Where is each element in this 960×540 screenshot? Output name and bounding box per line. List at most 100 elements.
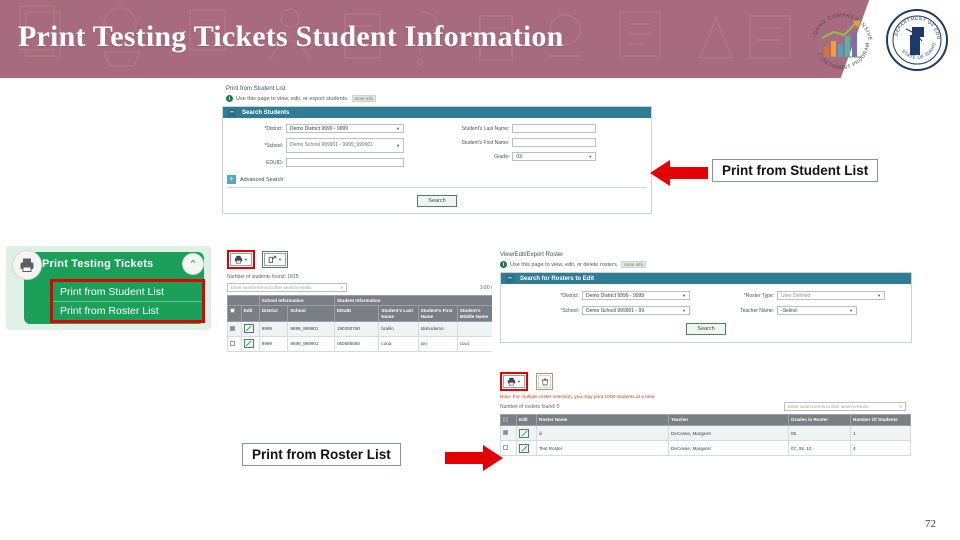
grade-value: 03 (516, 153, 522, 160)
roster-row-name: Test Roster (536, 440, 669, 457)
row-district: 9999 (258, 320, 289, 337)
roster-select-all-checkbox[interactable] (503, 417, 508, 422)
roster-district-select[interactable]: Demo District 9999 - 9999 ▼ (582, 291, 690, 300)
more-info-button[interactable]: more info (621, 261, 646, 268)
pencil-icon[interactable] (243, 339, 254, 349)
chevron-down-icon: ▼ (588, 154, 593, 159)
roster-row-teacher: DeCesse, Margaret (668, 425, 789, 442)
export-dropdown-button[interactable]: ▼ (264, 253, 286, 266)
roster-type-select[interactable]: User Defined ▼ (777, 291, 886, 300)
student-search-info-text: Use this page to view, edit, or export s… (236, 95, 349, 102)
roster-table-header-row: Edit Roster Name Teacher Grades in Roste… (500, 413, 911, 427)
minus-icon[interactable]: – (228, 108, 236, 117)
callout-print-from-student-list: Print from Student List (712, 159, 879, 182)
roster-search-button[interactable]: Search (686, 323, 726, 335)
school-select[interactable]: Demo School 999901 - 9999_999901 ▼ (286, 138, 404, 153)
student-last-name-input[interactable] (512, 124, 597, 133)
district-label: *District: (264, 125, 283, 132)
group-header-school-information: School Information (258, 294, 335, 307)
roster-col-number-of-students[interactable]: Number Of Students (850, 413, 911, 427)
menu-item-roster-list-label: Print from Roster List (60, 305, 159, 317)
col-student-last-name[interactable]: Student's Last Name (378, 305, 419, 322)
roster-col-teacher[interactable]: Teacher (668, 413, 789, 427)
roster-print-dropdown-button[interactable]: ▼ (503, 375, 525, 388)
row-checkbox[interactable] (230, 325, 235, 331)
idaho-department-of-education-seal: DEPARTMENT OF EDUCATION STATE OF IDAHO (884, 5, 948, 71)
roster-info-row: i Use this page to view, edit, or delete… (492, 261, 912, 268)
roster-filter-search-input[interactable]: Enter search terms to filter search resu… (784, 402, 906, 411)
table-row[interactable]: Test Roster DeCesse, Margaret 07, 08, 10… (500, 440, 911, 457)
more-info-button[interactable]: more info (351, 95, 377, 102)
slide-page-number: 72 (925, 518, 936, 530)
student-search-screenshot: Print from Student List i Use this page … (222, 84, 652, 246)
chevron-down-icon: ▼ (244, 257, 248, 262)
table-row[interactable]: 9999 9699_999901 050505060 cona jon coco (227, 335, 498, 352)
print-dropdown-button[interactable]: ▼ (230, 253, 252, 266)
minus-icon[interactable]: – (506, 274, 514, 283)
roster-table: Edit Roster Name Teacher Grades in Roste… (500, 413, 911, 457)
col-edit: Edit (240, 305, 260, 322)
plus-icon[interactable]: + (227, 175, 236, 184)
teacher-name-select[interactable]: -Select- ▼ (777, 306, 858, 315)
roster-row-edit-cell[interactable] (516, 425, 537, 442)
table-row[interactable]: 9999 9699_999901 190200760 bralilo Idaho… (227, 320, 498, 337)
advanced-search-row[interactable]: + Advanced Search (227, 175, 647, 188)
student-first-name-input[interactable] (512, 138, 597, 147)
col-eduid[interactable]: EDUID (333, 305, 380, 322)
school-label: *School: (264, 142, 283, 149)
pencil-icon[interactable] (243, 324, 254, 334)
row-last-name: cona (378, 335, 419, 352)
col-school[interactable]: School (287, 305, 335, 322)
teacher-name-value: -Select- (781, 307, 799, 314)
roster-col-grades[interactable]: Grades in Roster (788, 413, 851, 427)
row-edit-cell[interactable] (240, 335, 260, 352)
pencil-icon[interactable] (519, 428, 529, 438)
roster-panel-header[interactable]: – Search for Rosters to Edit (501, 273, 911, 284)
roster-row-grades: 05 (788, 425, 851, 442)
col-district[interactable]: District (258, 305, 289, 322)
row-eduid: 050505060 (333, 335, 380, 352)
menu-item-print-from-student-list[interactable]: Print from Student List (53, 282, 202, 301)
row-checkbox-cell[interactable] (227, 320, 242, 337)
grade-select[interactable]: 03 ▼ (512, 152, 597, 161)
roster-print-button-highlight: ▼ (500, 372, 528, 391)
chevron-up-icon[interactable]: ⌃ (182, 253, 204, 275)
chevron-down-icon: ▼ (278, 257, 282, 262)
roster-delete-button[interactable] (538, 375, 551, 388)
chevron-down-icon: ▼ (517, 379, 521, 384)
roster-row-checkbox-cell[interactable] (500, 425, 517, 442)
roster-col-roster-name[interactable]: Roster Name (536, 413, 669, 427)
eduid-label: EDUID: (266, 159, 283, 166)
district-select[interactable]: Demo District 9999 - 9999 ▼ (286, 124, 404, 133)
chevron-down-icon: ▼ (396, 143, 400, 148)
chevron-down-icon: ▼ (682, 293, 686, 298)
menu-item-print-from-roster-list[interactable]: Print from Roster List (53, 301, 202, 320)
roster-row-checkbox[interactable] (503, 445, 508, 451)
search-button[interactable]: Search (417, 195, 457, 207)
col-student-middle-name[interactable]: Student's Middle Name (456, 305, 498, 322)
roster-col-select-all[interactable] (500, 413, 517, 427)
search-students-panel-title: Search Students (242, 109, 290, 116)
chevron-down-icon: ▼ (396, 126, 400, 131)
search-students-panel-header[interactable]: – Search Students (223, 107, 651, 118)
roster-school-select[interactable]: Demo School 999901 - 99 ▼ (582, 306, 690, 315)
roster-panel-title: Search for Rosters to Edit (520, 275, 595, 282)
filter-search-input[interactable]: Enter search terms to filter search resu… (227, 283, 347, 292)
col-student-first-name[interactable]: Student's First Name (417, 305, 458, 322)
search-icon[interactable]: ⌕ (900, 404, 902, 409)
table-row[interactable]: iii DeCesse, Margaret 05 1 (500, 425, 911, 442)
roster-row-edit-cell[interactable] (516, 440, 537, 457)
row-eduid: 190200760 (333, 320, 380, 337)
roster-row-checkbox[interactable] (503, 430, 508, 436)
row-edit-cell[interactable] (240, 320, 260, 337)
chevron-down-icon: ▼ (849, 308, 854, 313)
row-district: 9999 (258, 335, 289, 352)
search-icon[interactable]: ⌕ (341, 285, 343, 290)
pencil-icon[interactable] (519, 443, 529, 453)
select-all-checkbox[interactable] (230, 308, 235, 314)
row-checkbox[interactable] (230, 340, 235, 346)
row-first-name: jon (417, 335, 458, 352)
col-select-all[interactable] (227, 305, 242, 322)
row-checkbox-cell[interactable] (227, 335, 242, 352)
eduid-input[interactable] (286, 158, 404, 167)
